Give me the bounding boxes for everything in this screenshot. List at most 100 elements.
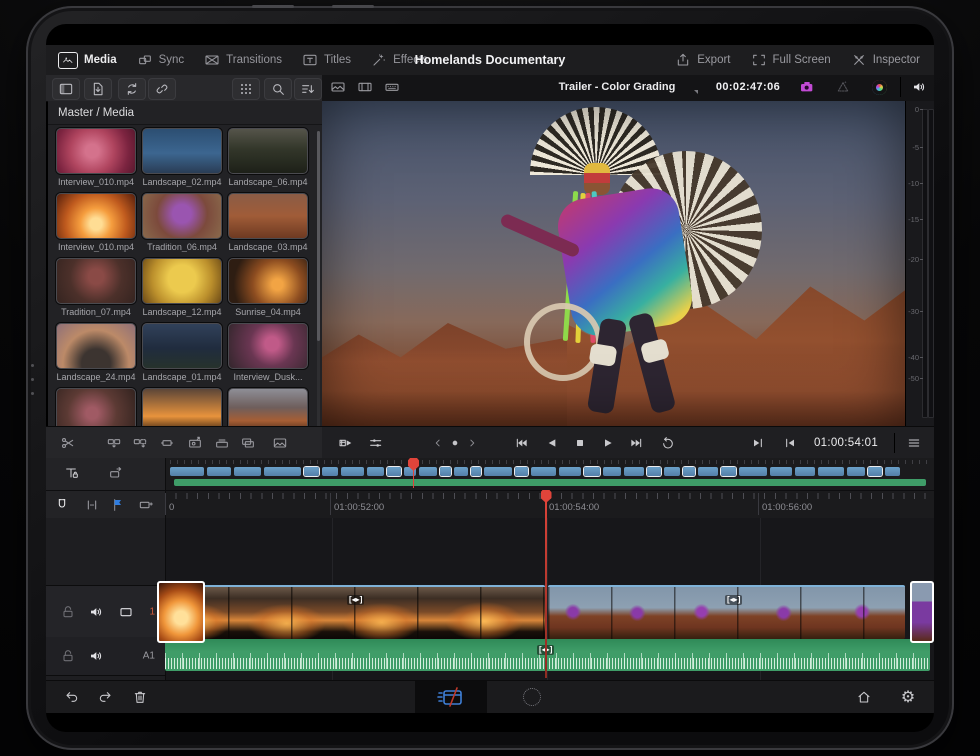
clip-thumbnail[interactable]	[228, 258, 308, 304]
clip-marker[interactable]: [◂▸]	[347, 595, 364, 605]
minimap-clip-segment[interactable]	[440, 467, 451, 476]
minimap-clip-segment[interactable]	[647, 467, 661, 476]
stop-button[interactable]	[568, 433, 592, 453]
play-reverse-button[interactable]	[540, 433, 564, 453]
clip-thumbnail[interactable]	[56, 128, 136, 174]
minimap-clip-segment[interactable]	[795, 467, 815, 476]
cut-clip-button[interactable]	[56, 433, 80, 453]
minimap-clip-segment[interactable]	[698, 467, 718, 476]
minimap-clip-segment[interactable]	[454, 467, 468, 476]
media-clip[interactable]: Landscape_03.mp4	[226, 193, 310, 252]
export-button[interactable]: Export	[675, 52, 730, 68]
delete-button[interactable]	[128, 687, 152, 707]
still-grab-button[interactable]	[268, 433, 292, 453]
source-overwrite-button[interactable]	[236, 433, 260, 453]
media-scrollbar[interactable]	[317, 131, 320, 431]
cut-page-tab[interactable]	[415, 681, 487, 713]
go-to-start-button[interactable]	[510, 433, 534, 453]
clip-thumbnail[interactable]	[142, 193, 222, 239]
resync-button[interactable]	[118, 78, 146, 100]
relink-button[interactable]	[148, 78, 176, 100]
minimap-clip-segment[interactable]	[739, 467, 767, 476]
media-clip[interactable]: Landscape_01.mp4	[140, 323, 224, 382]
selected-frame[interactable]	[157, 581, 205, 643]
minimap-clip-segment[interactable]	[885, 467, 900, 476]
playback-speed-button[interactable]	[334, 433, 358, 453]
minimap-clip-segment[interactable]	[603, 467, 621, 476]
minimap-clip-segment[interactable]	[387, 467, 401, 476]
clip-thumbnail[interactable]	[56, 323, 136, 369]
media-clip[interactable]: Interview_010.mp4	[54, 128, 138, 187]
timeline-minimap[interactable]	[170, 458, 928, 490]
track-lock-button[interactable]	[60, 648, 76, 664]
audio-monitor-button[interactable]	[904, 76, 934, 98]
media-clip[interactable]: Sunrise_04.mp4	[226, 258, 310, 317]
clip-thumbnail[interactable]	[228, 128, 308, 174]
minimap-clip-segment[interactable]	[721, 467, 736, 476]
clip-thumbnail[interactable]	[142, 388, 222, 431]
track-visibility-button[interactable]	[118, 604, 134, 620]
ruler[interactable]: 001:00:52:0001:00:54:0001:00:56:00	[46, 491, 934, 519]
timeline-options-button[interactable]	[902, 433, 926, 453]
clip-thumbnail[interactable]	[56, 388, 136, 431]
media-clip[interactable]: Landscape_06.mp4	[226, 128, 310, 187]
close-up-button[interactable]	[183, 433, 207, 453]
media-clip[interactable]: Interview_Dusk...	[226, 323, 310, 382]
clip-thumbnail[interactable]	[56, 193, 136, 239]
audio-clip[interactable]	[165, 639, 930, 671]
redo-button[interactable]	[93, 687, 117, 707]
filmstrip-view-button[interactable]	[353, 77, 377, 97]
home-button[interactable]	[852, 687, 876, 707]
minimap-clip-segment[interactable]	[322, 467, 338, 476]
breadcrumb[interactable]: Master / Media	[48, 101, 322, 125]
minimap-clip-segment[interactable]	[234, 467, 261, 476]
media-clip[interactable]: Landscape_12.mp4	[140, 258, 224, 317]
minimap-clip-segment[interactable]	[559, 467, 581, 476]
keyboard-view-button[interactable]	[380, 77, 404, 97]
auto-detect-button[interactable]	[828, 76, 858, 98]
clip-thumbnail[interactable]	[228, 193, 308, 239]
track-mute-button[interactable]	[88, 604, 104, 620]
minimap-clip-segment[interactable]	[770, 467, 792, 476]
minimap-clip-segment[interactable]	[515, 467, 528, 476]
minimap-clip-segment[interactable]	[264, 467, 301, 476]
minimap-clip-segment[interactable]	[304, 467, 319, 476]
media-clip[interactable]: Landscape_24.mp4	[54, 323, 138, 382]
media-clip[interactable]: Tradition_07.mp4	[54, 388, 138, 431]
grid-view-button[interactable]	[232, 78, 260, 100]
panel-toggle-button[interactable]	[52, 78, 80, 100]
minimap-clip-segment[interactable]	[419, 467, 437, 476]
play-button[interactable]	[596, 433, 620, 453]
clip-thumbnail[interactable]	[228, 323, 308, 369]
video-clip-sunset[interactable]	[165, 585, 545, 639]
append-clip-button[interactable]	[128, 433, 152, 453]
minimap-clip-segment[interactable]	[624, 467, 644, 476]
minimap-clip-segment[interactable]	[868, 467, 882, 476]
scrollbar-thumb[interactable]	[317, 131, 320, 341]
track-mute-button[interactable]	[88, 648, 104, 664]
clip-thumbnail[interactable]	[142, 323, 222, 369]
full-screen-button[interactable]: Full Screen	[751, 52, 831, 68]
minimap-clip-segment[interactable]	[484, 467, 512, 476]
minimap-clip-segment[interactable]	[664, 467, 680, 476]
minimap-clip-segment[interactable]	[170, 467, 204, 476]
settings-button[interactable]: ⚙	[896, 687, 920, 707]
color-page-tab[interactable]	[520, 687, 544, 707]
minimap-clip-segment[interactable]	[818, 467, 844, 476]
minimap-clip-segment[interactable]	[367, 467, 384, 476]
track-lock-button[interactable]	[60, 604, 76, 620]
jog-dot-button[interactable]	[448, 433, 462, 453]
video-clip-dancer[interactable]	[548, 585, 905, 639]
minimap-clip-segment[interactable]	[683, 467, 695, 476]
jog-back-button[interactable]	[431, 433, 445, 453]
thumbnail-view-button[interactable]	[326, 77, 350, 97]
playhead[interactable]	[545, 490, 547, 678]
media-clip[interactable]: Tradition_06.mp4	[140, 193, 224, 252]
media-clip[interactable]: Interview_010.mp4	[54, 193, 138, 252]
minimap-clip-segment[interactable]	[584, 467, 600, 476]
tools-button[interactable]	[364, 433, 388, 453]
clip-marker[interactable]: [◂▸]	[725, 595, 742, 605]
smart-insert-button[interactable]	[102, 433, 126, 453]
media-clip[interactable]: Tradition_07.mp4	[54, 258, 138, 317]
minimap-clip-segment[interactable]	[531, 467, 556, 476]
